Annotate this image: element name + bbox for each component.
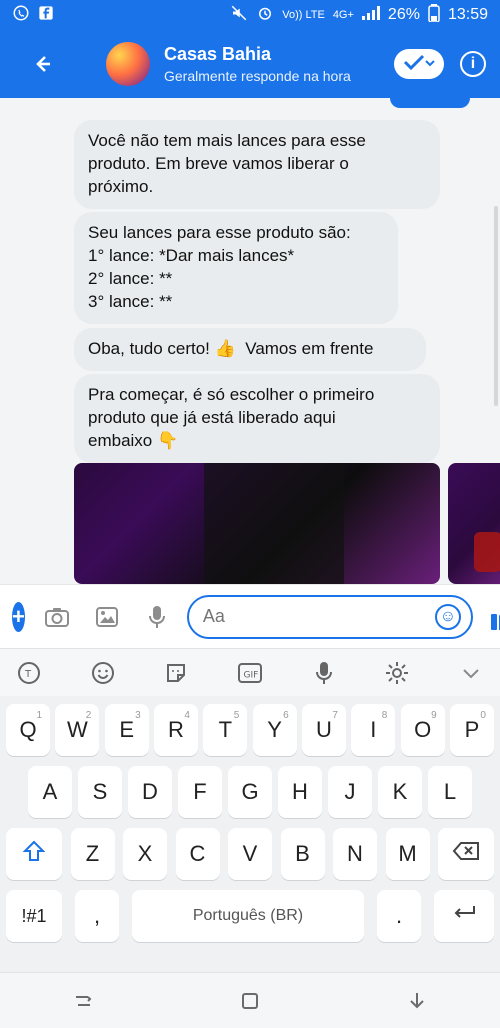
- svg-text:GIF: GIF: [243, 670, 258, 680]
- key-e[interactable]: 3E: [104, 704, 149, 756]
- back-icon[interactable]: [397, 981, 437, 1021]
- shift-key[interactable]: [6, 828, 62, 880]
- key-c[interactable]: C: [175, 828, 220, 880]
- key-z[interactable]: Z: [70, 828, 115, 880]
- keyboard-row: 1Q 2W 3E 4R 5T 6Y 7U 8I 9O 0P: [6, 704, 494, 756]
- chat-subtitle: Geralmente responde na hora: [164, 68, 351, 84]
- product-image[interactable]: [74, 463, 440, 584]
- key-v[interactable]: V: [228, 828, 272, 880]
- image-icon[interactable]: [93, 603, 121, 631]
- info-icon[interactable]: i: [460, 51, 486, 77]
- mute-icon: [230, 4, 248, 27]
- key-b[interactable]: B: [280, 828, 325, 880]
- backspace-icon: [452, 841, 480, 867]
- battery-percent: 26%: [387, 6, 420, 23]
- key-w[interactable]: 2W: [55, 704, 100, 756]
- thumbs-up-icon[interactable]: [489, 600, 500, 634]
- key-r[interactable]: 4R: [153, 704, 198, 756]
- chat-header: Casas Bahia Geralmente responde na hora …: [0, 30, 500, 98]
- mic-icon[interactable]: [143, 603, 171, 631]
- chevron-down-icon: [425, 55, 435, 73]
- key-u[interactable]: 7U: [301, 704, 346, 756]
- message-text: Você não tem mais lances para esse produ…: [88, 131, 366, 196]
- home-icon[interactable]: [230, 981, 270, 1021]
- alarm-icon: [256, 4, 274, 27]
- backspace-key[interactable]: [438, 828, 494, 880]
- facebook-icon: [38, 5, 54, 26]
- clock: 13:59: [447, 6, 488, 23]
- key-h[interactable]: H: [278, 766, 322, 818]
- chat-title: Casas Bahia: [164, 44, 272, 64]
- message-bubble[interactable]: Seu lances para esse produto são: 1° lan…: [74, 212, 398, 324]
- comma-key[interactable]: ,: [75, 890, 119, 942]
- chat-area[interactable]: Você não tem mais lances para esse produ…: [0, 98, 500, 584]
- key-o[interactable]: 9O: [400, 704, 445, 756]
- message-bubble[interactable]: Oba, tudo certo! 👍 Vamos em frente: [74, 328, 426, 371]
- chevron-down-icon[interactable]: [454, 656, 488, 690]
- network-4g-icon: 4G+: [332, 8, 354, 21]
- camera-icon[interactable]: [43, 603, 71, 631]
- emoji-icon[interactable]: ☺: [434, 603, 461, 630]
- signal-icon: [361, 5, 380, 25]
- keyboard: 1Q 2W 3E 4R 5T 6Y 7U 8I 9O 0P A S D F G …: [0, 696, 500, 972]
- translate-icon[interactable]: T: [12, 656, 46, 690]
- enter-icon: [450, 903, 478, 929]
- avatar[interactable]: [106, 42, 150, 86]
- message-bubble[interactable]: Pra começar, é só escolher o primeiro pr…: [74, 374, 440, 463]
- message-input-wrapper[interactable]: ☺: [186, 594, 473, 639]
- period-key[interactable]: .: [377, 890, 421, 942]
- message-text: Seu lances para esse produto são: 1° lan…: [88, 223, 351, 311]
- volte-icon: Vo)) LTE: [282, 8, 325, 21]
- svg-text:T: T: [24, 669, 32, 680]
- settings-icon[interactable]: [380, 656, 414, 690]
- sticker-icon[interactable]: [159, 656, 193, 690]
- battery-icon: [428, 3, 440, 27]
- key-m[interactable]: M: [385, 828, 430, 880]
- key-n[interactable]: N: [333, 828, 377, 880]
- recent-apps-icon[interactable]: [63, 981, 103, 1021]
- scrollbar[interactable]: [494, 206, 498, 406]
- check-icon: [403, 53, 425, 76]
- space-key[interactable]: Português (BR): [132, 890, 364, 942]
- key-k[interactable]: K: [378, 766, 422, 818]
- shift-icon: [22, 839, 46, 869]
- key-g[interactable]: G: [228, 766, 272, 818]
- keyboard-toolbar: T GIF: [0, 648, 500, 696]
- key-p[interactable]: 0P: [449, 704, 494, 756]
- system-nav-bar: [0, 972, 500, 1028]
- key-j[interactable]: J: [328, 766, 372, 818]
- symbols-key[interactable]: !#1: [6, 890, 62, 942]
- plus-icon[interactable]: +: [12, 601, 25, 632]
- keyboard-row: Z X C V B N M: [6, 828, 494, 880]
- status-dropdown-button[interactable]: [394, 49, 444, 79]
- key-x[interactable]: X: [123, 828, 167, 880]
- key-l[interactable]: L: [428, 766, 472, 818]
- back-arrow-icon[interactable]: [14, 45, 70, 83]
- message-bubble[interactable]: Você não tem mais lances para esse produ…: [74, 120, 440, 209]
- key-f[interactable]: F: [178, 766, 222, 818]
- previous-outgoing-message: [390, 98, 470, 108]
- message-input[interactable]: [202, 606, 435, 627]
- key-q[interactable]: 1Q: [6, 704, 50, 756]
- keyboard-row: !#1 , Português (BR) .: [6, 890, 494, 942]
- emoji-icon[interactable]: [86, 656, 120, 690]
- message-composer: + ☺: [0, 584, 500, 648]
- gif-icon[interactable]: GIF: [233, 656, 267, 690]
- key-a[interactable]: A: [28, 766, 72, 818]
- key-s[interactable]: S: [78, 766, 122, 818]
- enter-key[interactable]: [434, 890, 494, 942]
- product-image[interactable]: [448, 463, 500, 584]
- message-text: Oba, tudo certo! 👍 Vamos em frente: [88, 339, 374, 358]
- key-i[interactable]: 8I: [351, 704, 396, 756]
- message-text: Pra começar, é só escolher o primeiro pr…: [88, 385, 375, 450]
- keyboard-row: A S D F G H J K L: [6, 766, 494, 818]
- key-y[interactable]: 6Y: [252, 704, 297, 756]
- mic-icon[interactable]: [307, 656, 341, 690]
- status-bar: Vo)) LTE 4G+ 26% 13:59: [0, 0, 500, 30]
- whatsapp-icon: [12, 4, 30, 27]
- key-t[interactable]: 5T: [203, 704, 248, 756]
- key-d[interactable]: D: [128, 766, 172, 818]
